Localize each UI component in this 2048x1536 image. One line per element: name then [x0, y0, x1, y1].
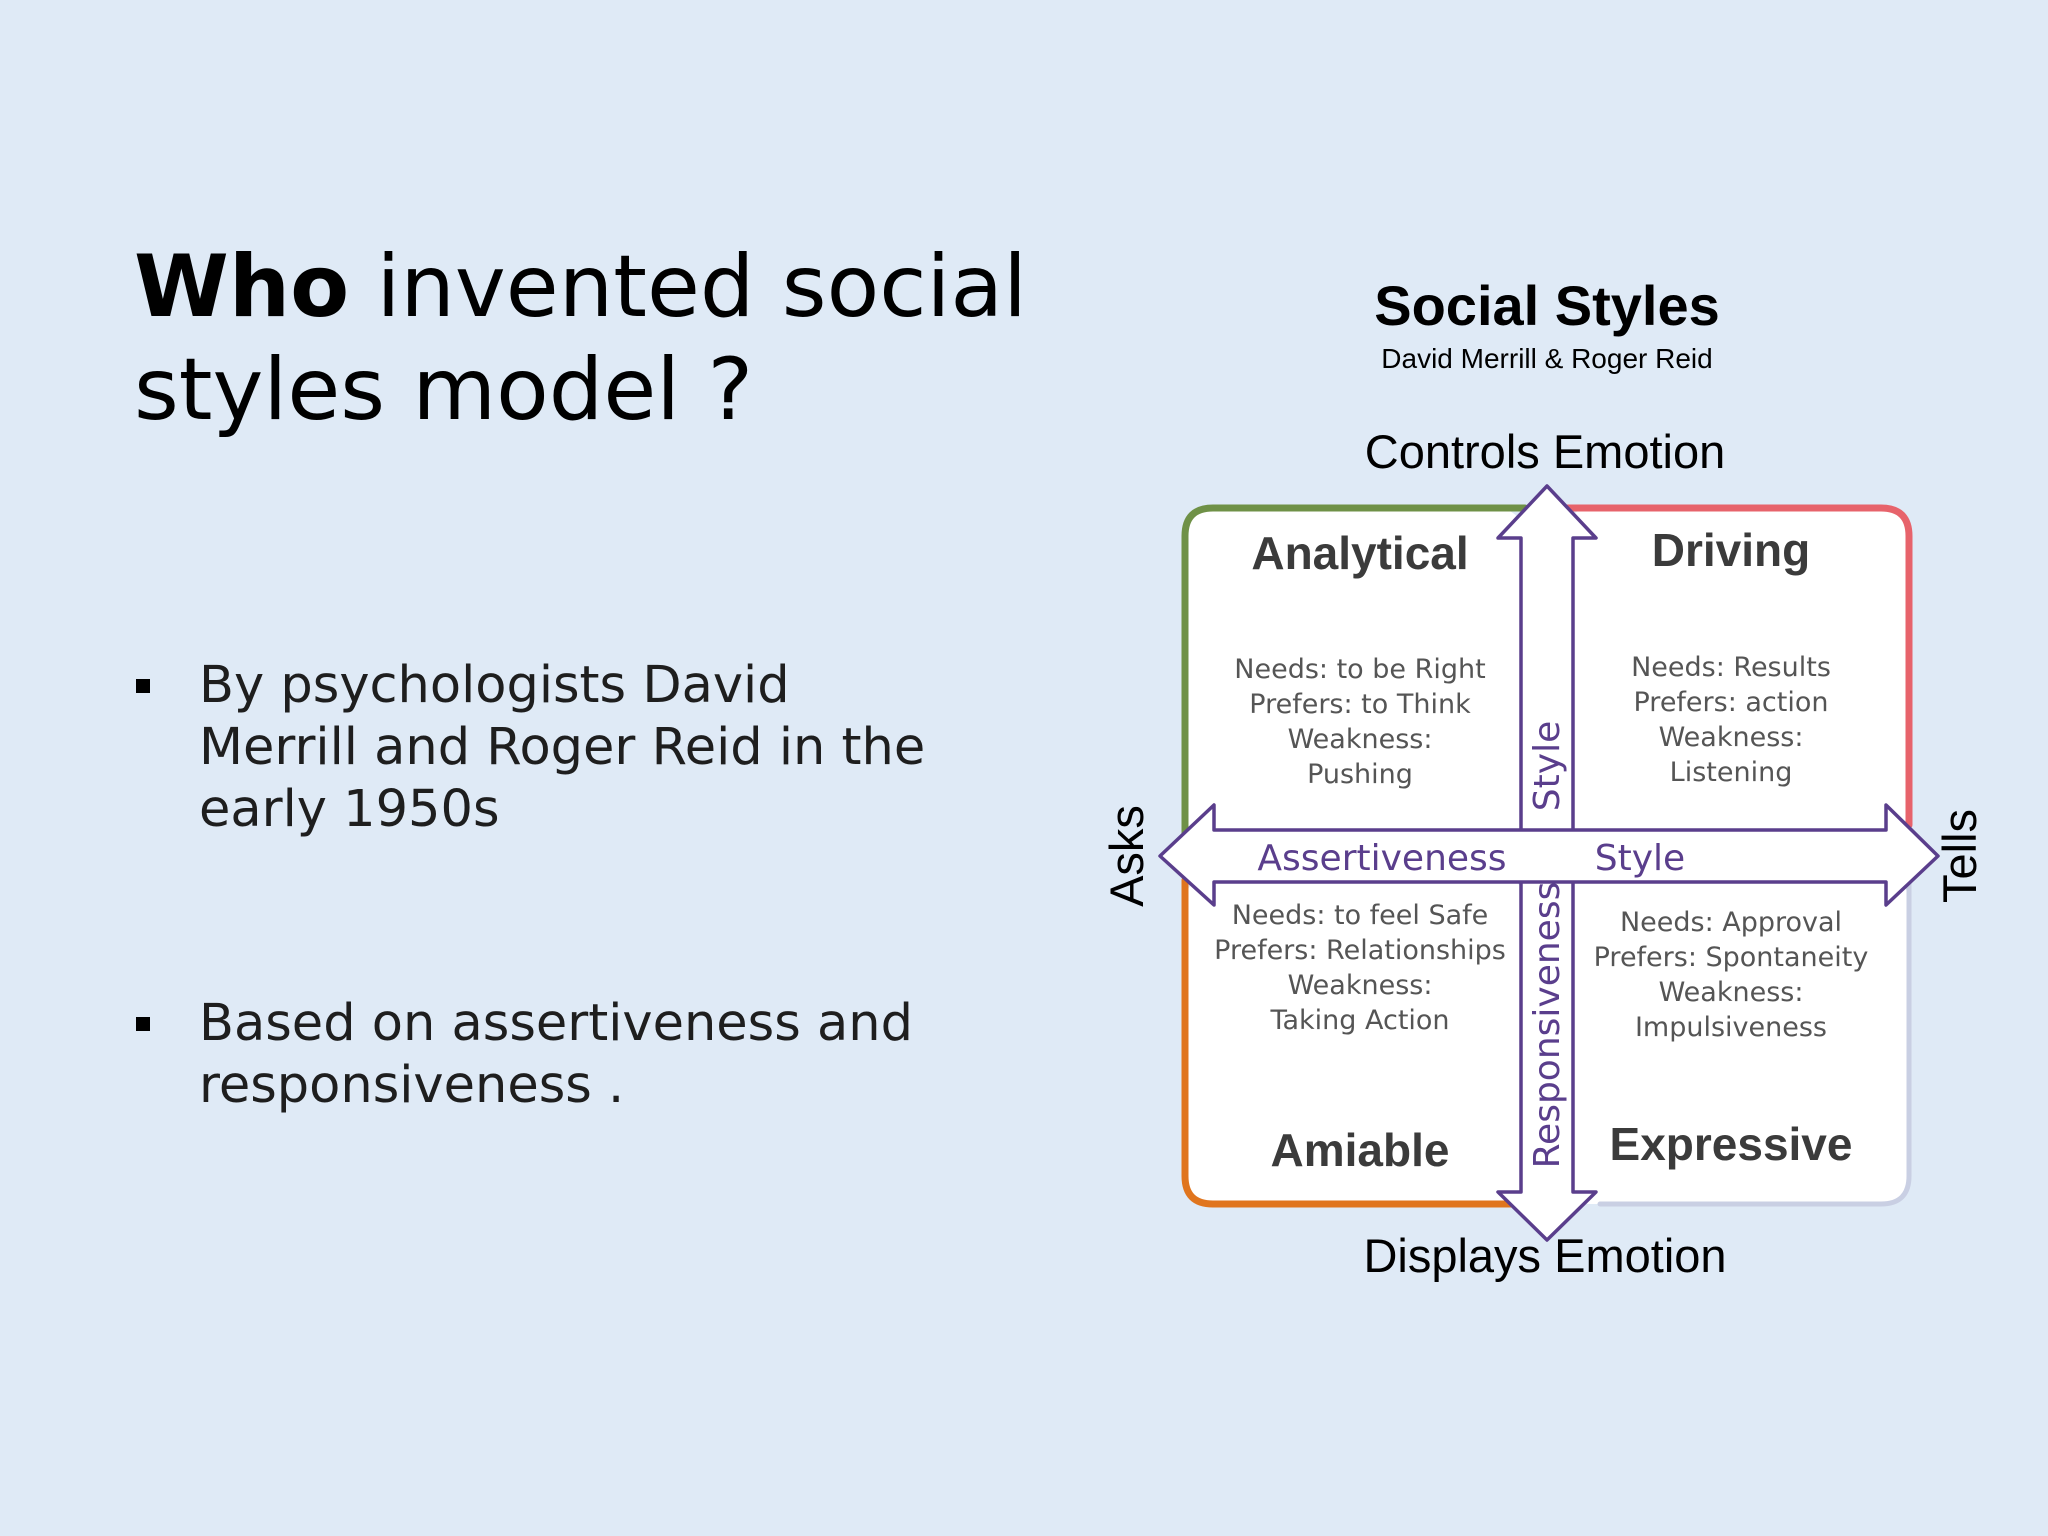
axis-top-label: Controls Emotion [1365, 425, 1726, 478]
assertiveness-style-label: Style [1595, 838, 1685, 879]
assertiveness-label: Assertiveness [1257, 838, 1506, 879]
driving-detail-line: Prefers: action [1634, 687, 1829, 718]
quadrant-name-analytical: Analytical [1251, 527, 1468, 579]
responsiveness-label: Responsiveness [1527, 882, 1568, 1169]
slide: Who invented social styles model ? By ps… [0, 0, 2048, 1536]
diagram-title: Social Styles [1374, 274, 1720, 337]
quadrant-name-amiable: Amiable [1271, 1124, 1450, 1176]
axis-right-label: Tells [1933, 809, 1986, 903]
expressive-detail-line: Impulsiveness [1635, 1012, 1827, 1043]
social-styles-diagram: Social Styles David Merrill & Roger Reid… [1100, 274, 1986, 1282]
driving-detail-line: Weakness: [1659, 722, 1804, 753]
quadrant-name-expressive: Expressive [1610, 1118, 1853, 1170]
expressive-detail-line: Weakness: [1659, 977, 1804, 1008]
amiable-detail-line: Taking Action [1269, 1005, 1449, 1036]
analytical-detail-line: Prefers: to Think [1249, 689, 1471, 720]
expressive-detail-line: Needs: Approval [1620, 907, 1842, 938]
axis-bottom-label: Displays Emotion [1363, 1229, 1726, 1282]
analytical-detail-line: Pushing [1307, 759, 1413, 790]
diagram-subtitle: David Merrill & Roger Reid [1381, 343, 1712, 374]
quadrant-name-driving: Driving [1652, 524, 1810, 576]
analytical-detail-line: Needs: to be Right [1234, 654, 1485, 685]
amiable-detail-line: Needs: to feel Safe [1232, 900, 1489, 931]
driving-detail-line: Listening [1670, 757, 1793, 788]
amiable-detail-line: Weakness: [1288, 970, 1433, 1001]
responsiveness-style-label: Style [1527, 721, 1568, 811]
axis-left-label: Asks [1100, 805, 1153, 907]
amiable-detail-line: Prefers: Relationships [1214, 935, 1506, 966]
driving-detail-line: Needs: Results [1631, 652, 1831, 683]
analytical-detail-line: Weakness: [1288, 724, 1433, 755]
expressive-detail-line: Prefers: Spontaneity [1594, 942, 1869, 973]
